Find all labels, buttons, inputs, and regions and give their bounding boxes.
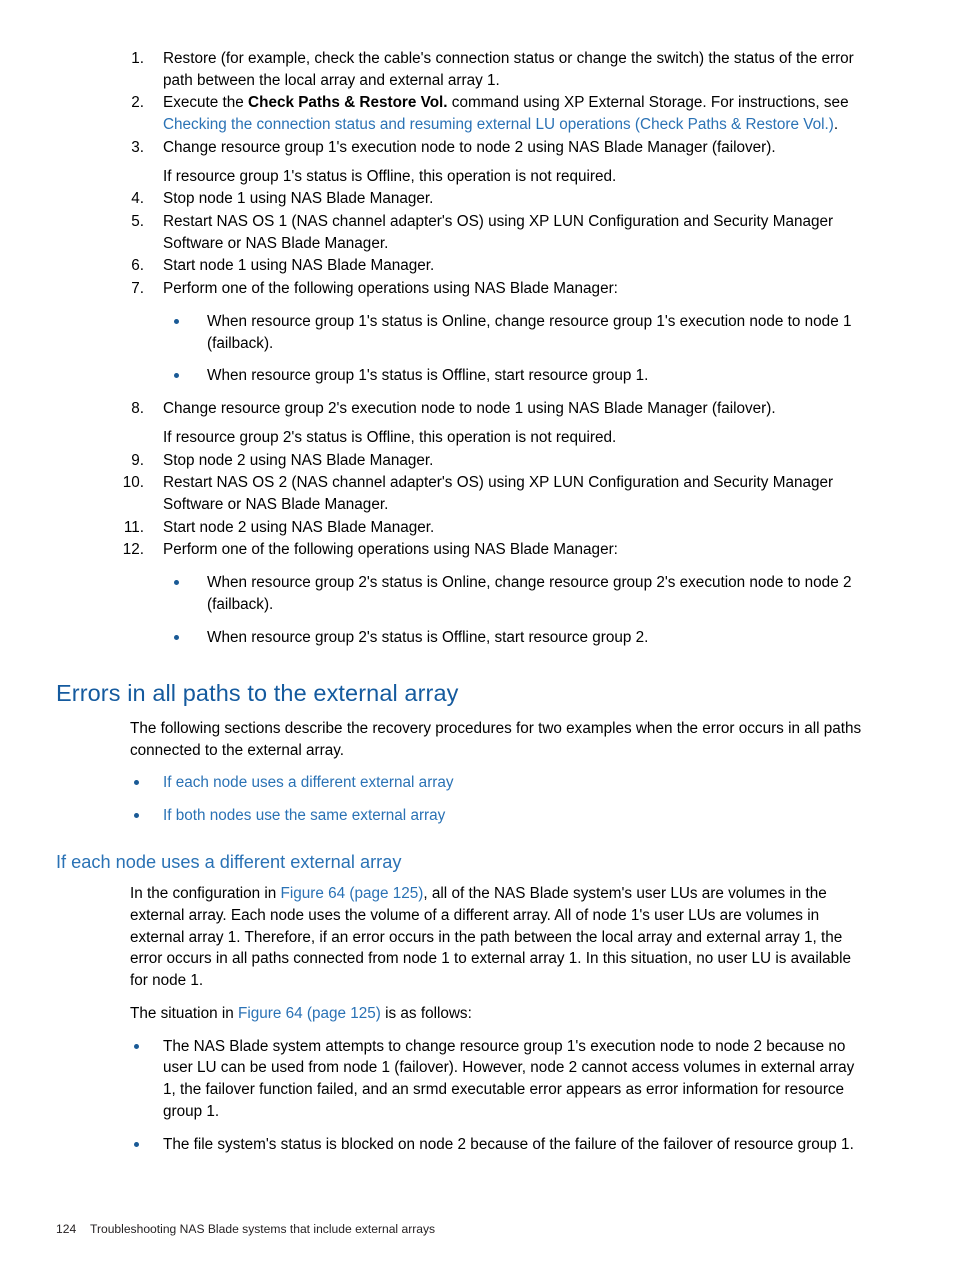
footer-page-number: 124 (56, 1222, 77, 1236)
step-text: Restore (for example, check the cable's … (163, 48, 870, 91)
step-number: 12. (122, 541, 144, 559)
step-text: Perform one of the following operations … (163, 278, 870, 300)
bullet-text: The NAS Blade system attempts to change … (163, 1037, 855, 1120)
text-run: Stop node 2 using NAS Blade Manager. (163, 451, 434, 469)
subsection-heading: If each node uses a different external a… (56, 851, 402, 872)
procedure-step: 5. Restart NAS OS 1 (NAS channel adapter'… (56, 211, 870, 254)
text-run: Stop node 1 using NAS Blade Manager. (163, 190, 434, 208)
procedure-step: 4. Stop node 1 using NAS Blade Manager. (56, 188, 870, 210)
step-bullet-list: When resource group 1's status is Online… (163, 311, 870, 387)
bullet-dot-icon (174, 373, 179, 379)
section-intro-paragraph: The following sections describe the reco… (130, 719, 862, 759)
step-text: Start node 1 using NAS Blade Manager. (163, 255, 870, 277)
bullet-dot-icon (174, 318, 179, 324)
section-link[interactable]: If both nodes use the same external arra… (163, 807, 445, 824)
bullet-item: When resource group 1's status is Offlin… (163, 365, 870, 387)
procedure-step: 10. Restart NAS OS 2 (NAS channel adapter… (56, 472, 870, 515)
bullet-text: When resource group 1's status is Online… (207, 312, 852, 352)
text-run: Change resource group 2's execution node… (163, 400, 776, 418)
document-page: 1. Restore (for example, check the cable'… (0, 0, 954, 1271)
step-note-text: If resource group 2's status is Offline,… (163, 428, 617, 446)
step-text: Restart NAS OS 2 (NAS channel adapter's … (163, 472, 870, 515)
step-text: Stop node 1 using NAS Blade Manager. (163, 188, 870, 210)
step-number: 1. (131, 50, 144, 67)
step-text: Change resource group 1's execution node… (163, 137, 870, 159)
step-number: 4. (131, 190, 144, 208)
text-run: Restore (for example, check the cable's … (163, 50, 854, 89)
bullet-dot-icon (134, 1141, 139, 1147)
text-run: Restart NAS OS 2 (NAS channel adapter's … (163, 474, 834, 513)
section-link[interactable]: If each node uses a different external a… (163, 774, 454, 791)
procedure-step: 11. Start node 2 using NAS Blade Manager. (56, 517, 870, 539)
text-run: is as follows: (380, 1004, 472, 1022)
bullet-item: When resource group 2's status is Online… (163, 572, 870, 615)
text-run: Change resource group 1's execution node… (163, 138, 776, 156)
text-run: The situation in (130, 1004, 238, 1022)
text-run: Perform one of the following operations … (163, 541, 618, 559)
bullet-dot-icon (134, 812, 139, 818)
procedure-step: 7. Perform one of the following operation… (56, 278, 870, 387)
bullet-text: When resource group 2's status is Online… (207, 574, 852, 613)
step-text: Stop node 2 using NAS Blade Manager. (163, 450, 870, 472)
bullet-dot-icon (174, 580, 179, 586)
step-number: 8. (131, 400, 144, 418)
text-run: In the configuration in (130, 885, 281, 903)
step-number: 10. (122, 474, 144, 492)
bullet-text: The file system's status is blocked on n… (163, 1135, 854, 1153)
numbered-procedure-list: 1. Restore (for example, check the cable'… (56, 48, 870, 648)
bold-command-name: Check Paths & Restore Vol. (248, 94, 448, 112)
subsection-paragraph-2: The situation in Figure 64 (page 125) is… (130, 1003, 870, 1025)
text-run: Restart NAS OS 1 (NAS channel adapter's … (163, 213, 834, 252)
subsection-paragraph-1: In the configuration in Figure 64 (page … (130, 883, 870, 992)
procedure-step: 2. Execute the Check Paths & Restore Vol.… (56, 92, 870, 135)
text-run: . (833, 116, 839, 134)
step-number: 3. (131, 138, 144, 156)
step-bullet-list: When resource group 2's status is Online… (163, 572, 870, 648)
step-note-text: If resource group 1's status is Offline,… (163, 167, 617, 185)
bullet-text: When resource group 2's status is Offlin… (207, 628, 649, 646)
section-link-list: If each node uses a different external a… (130, 772, 870, 826)
step-text: Start node 2 using NAS Blade Manager. (163, 517, 870, 539)
procedure-step: 1. Restore (for example, check the cable'… (56, 48, 870, 91)
procedure-step: 6. Start node 1 using NAS Blade Manager. (56, 255, 870, 277)
section-heading: Errors in all paths to the external arra… (56, 680, 459, 707)
procedure-step: 8. Change resource group 2's execution no… (56, 398, 870, 448)
text-run: Start node 2 using NAS Blade Manager. (163, 518, 435, 536)
cross-reference-link[interactable]: Checking the connection status and resum… (163, 116, 834, 133)
step-text: Execute the Check Paths & Restore Vol. c… (163, 92, 870, 135)
step-number: 6. (131, 257, 144, 275)
step-number: 9. (131, 451, 144, 469)
step-number: 2. (131, 94, 144, 112)
bullet-item: When resource group 1's status is Online… (163, 311, 870, 354)
page-content: 1. Restore (for example, check the cable'… (56, 48, 870, 1166)
bullet-dot-icon (134, 1043, 139, 1049)
text-run: command using XP External Storage. For i… (447, 94, 849, 112)
procedure-step: 12. Perform one of the following operatio… (56, 539, 870, 648)
step-text: Change resource group 2's execution node… (163, 398, 870, 420)
procedure-step: 3. Change resource group 1's execution no… (56, 137, 870, 187)
procedure-step: 9. Stop node 2 using NAS Blade Manager. (56, 450, 870, 472)
bullet-dot-icon (174, 634, 179, 640)
cross-reference-link[interactable]: Figure 64 (page 125) (238, 1005, 381, 1022)
step-text: Restart NAS OS 1 (NAS channel adapter's … (163, 211, 870, 254)
step-text: Perform one of the following operations … (163, 539, 870, 561)
step-number: 5. (131, 213, 144, 231)
bullet-item: The NAS Blade system attempts to change … (130, 1036, 870, 1123)
section-link-item[interactable]: If both nodes use the same external arra… (130, 805, 870, 827)
cross-reference-link[interactable]: Figure 64 (page 125) (281, 885, 424, 902)
subsection-bullet-list: The NAS Blade system attempts to change … (130, 1036, 870, 1156)
bullet-item: The file system's status is blocked on n… (130, 1134, 870, 1156)
section-link-item[interactable]: If each node uses a different external a… (130, 772, 870, 794)
bullet-dot-icon (134, 780, 139, 786)
step-number: 11. (123, 518, 144, 536)
bullet-text: When resource group 1's status is Offlin… (207, 367, 649, 385)
step-number: 7. (131, 280, 144, 298)
text-run: Perform one of the following operations … (163, 280, 618, 298)
text-run: Start node 1 using NAS Blade Manager. (163, 257, 435, 275)
text-run: Execute the (163, 94, 249, 112)
footer-chapter-title: Troubleshooting NAS Blade systems that i… (90, 1222, 436, 1236)
page-footer: 124 Troubleshooting NAS Blade systems tha… (56, 1222, 870, 1238)
bullet-item: When resource group 2's status is Offlin… (163, 627, 870, 649)
